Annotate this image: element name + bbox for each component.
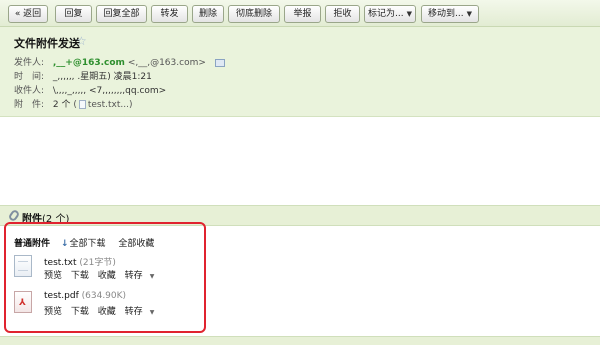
sender-address: <,__,@163.com> xyxy=(127,58,206,68)
chevron-down-icon: ▼ xyxy=(466,10,472,18)
mail-subject: 文件附件发送 xyxy=(14,37,80,50)
mail-header: 文件附件发送 ☆ 发件人: ,__+@163.com <,__,@163.com… xyxy=(0,27,600,117)
save-to-label: 转存 xyxy=(124,307,143,317)
preview-link[interactable]: 预览 xyxy=(44,307,62,317)
attachment-actions: 预览 下载 收藏 转存 ▼ xyxy=(44,268,166,281)
save-all-link[interactable]: 全部收藏 xyxy=(118,239,154,249)
recipient-row: 收件人: \,,,,_,,,,, <7,,,,,,,,qq.com> xyxy=(14,83,166,96)
chevron-down-icon: ▼ xyxy=(149,273,155,280)
sender-label: 发件人: xyxy=(14,58,45,68)
save-to-link[interactable]: 转存 ▼ xyxy=(125,271,161,281)
attachment-filename[interactable]: test.txt xyxy=(44,258,77,268)
move-to-label: 移动到... xyxy=(428,9,464,19)
time-value: _,,,,,, .星期五) 凌晨1:21 xyxy=(52,72,152,82)
recipient-label: 收件人: xyxy=(14,86,45,96)
normal-attachments-label: 普通附件 xyxy=(14,239,51,249)
paperclip-icon xyxy=(7,208,21,223)
text-file-icon[interactable] xyxy=(14,255,32,277)
chevron-down-icon: ▼ xyxy=(406,10,412,18)
bottom-bar xyxy=(0,336,600,345)
attachment-size: (634.90K) xyxy=(81,291,127,301)
mail-toolbar: « 返回 回复 回复全部 转发 删除 彻底删除 举报 拒收 标记为... ▼ 移动… xyxy=(0,0,600,27)
favorite-link[interactable]: 收藏 xyxy=(98,307,116,317)
sender-row: 发件人: ,__+@163.com <,__,@163.com> xyxy=(14,55,225,68)
favorite-link[interactable]: 收藏 xyxy=(98,271,116,281)
forward-button[interactable]: 转发 xyxy=(151,5,188,23)
attachment-filename[interactable]: test.pdf xyxy=(44,291,79,301)
download-link[interactable]: 下载 xyxy=(71,271,89,281)
star-icon[interactable]: ☆ xyxy=(76,34,87,48)
move-to-button[interactable]: 移动到... ▼ xyxy=(421,5,479,23)
reply-button[interactable]: 回复 xyxy=(55,5,92,23)
reply-all-button[interactable]: 回复全部 xyxy=(96,5,147,23)
sender-name[interactable]: ,__+@163.com xyxy=(53,58,125,68)
attachment-name-line: test.pdf (634.90K) xyxy=(44,291,126,301)
attachment-actions: 预览 下载 收藏 转存 ▼ xyxy=(44,304,166,317)
attachment-preview[interactable]: test.txt...) xyxy=(88,100,133,110)
save-to-label: 转存 xyxy=(124,271,143,281)
attachment-paren-open: ( xyxy=(73,100,77,110)
recipient-value[interactable]: \,,,,_,,,,, <7,,,,,,,,qq.com> xyxy=(53,86,166,96)
delete-permanent-button[interactable]: 彻底删除 xyxy=(228,5,280,23)
preview-link[interactable]: 预览 xyxy=(44,271,62,281)
save-to-link[interactable]: 转存 ▼ xyxy=(125,307,161,317)
contact-card-icon[interactable] xyxy=(214,58,225,67)
download-all-link[interactable]: 全部下载 xyxy=(69,239,105,249)
reject-button[interactable]: 拒收 xyxy=(325,5,360,23)
delete-button[interactable]: 删除 xyxy=(192,5,224,23)
text-file-icon xyxy=(78,100,86,109)
pdf-file-icon[interactable]: ⅄ xyxy=(14,291,32,313)
mark-as-button[interactable]: 标记为... ▼ xyxy=(364,5,416,23)
download-link[interactable]: 下载 xyxy=(71,307,89,317)
attachment-row: 附 件: 2 个 ( test.txt...) xyxy=(14,97,132,110)
attachment-name-line: test.txt (21字节) xyxy=(44,255,116,268)
attachment-size: (21字节) xyxy=(79,258,116,268)
mark-as-label: 标记为... xyxy=(368,9,404,19)
attachment-count[interactable]: 2 个 xyxy=(53,100,71,110)
chevron-down-icon: ▼ xyxy=(149,309,155,316)
download-arrow-icon: ↓ xyxy=(60,239,69,249)
attachment-label: 附 件: xyxy=(14,100,45,110)
report-button[interactable]: 举报 xyxy=(284,5,321,23)
time-label: 时 间: xyxy=(14,72,45,82)
back-button[interactable]: « 返回 xyxy=(8,5,48,23)
time-row: 时 间: _,,,,,, .星期五) 凌晨1:21 xyxy=(14,69,152,82)
attachment-toolbar: 普通附件 ↓全部下载 全部收藏 xyxy=(14,236,164,249)
